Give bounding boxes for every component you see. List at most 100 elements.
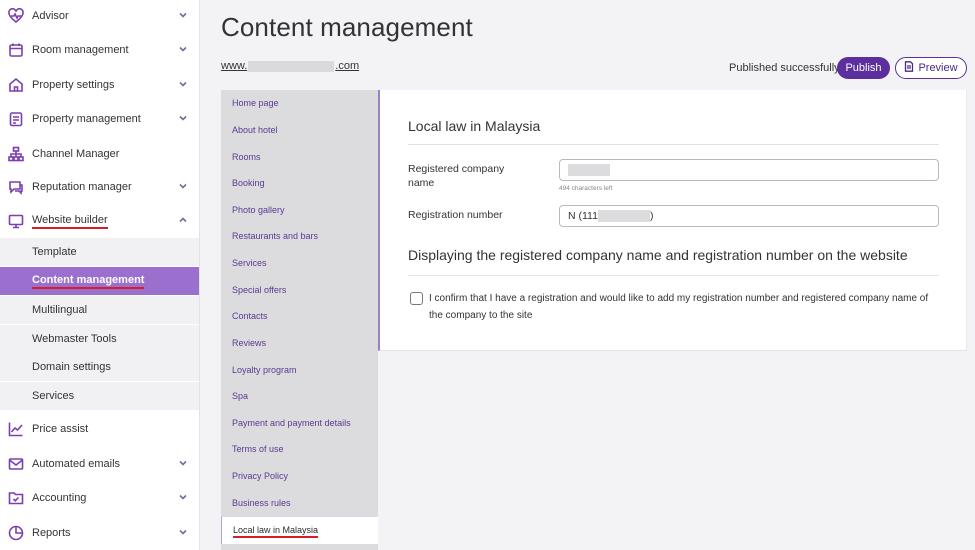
page-link-loyalty-program[interactable]: Loyalty program — [232, 365, 297, 375]
sidebar-subitem-label: Domain settings — [32, 361, 111, 373]
house-icon — [7, 76, 25, 94]
site-url-prefix: www. — [221, 60, 248, 72]
sidebar-subitem-label: Webmaster Tools — [32, 333, 117, 345]
registration-number-label: Registration number — [408, 209, 503, 221]
company-name-input[interactable] — [559, 159, 939, 181]
document-icon — [904, 61, 914, 75]
chevron-down-icon[interactable] — [178, 458, 190, 470]
folder-check-icon — [7, 489, 25, 507]
sidebar-subitem-label: Template — [32, 246, 77, 258]
publish-button[interactable]: Publish — [837, 57, 890, 79]
page-link-local-law-in-malaysia[interactable]: Local law in Malaysia — [221, 516, 378, 544]
page-link-photo-gallery[interactable]: Photo gallery — [232, 205, 285, 215]
chevron-down-icon[interactable] — [178, 113, 190, 125]
sidebar-subitem-label: Multilingual — [32, 304, 88, 316]
sidebar-item-property-settings[interactable]: Property settings — [0, 70, 199, 100]
confirm-checkbox-label[interactable]: I confirm that I have a registration and… — [429, 290, 944, 324]
page-link-rooms[interactable]: Rooms — [232, 152, 261, 162]
site-url-link[interactable]: www. .com — [221, 60, 359, 72]
chevron-up-icon[interactable] — [178, 215, 190, 227]
sidebar-subitem-services[interactable]: Services — [0, 382, 199, 410]
sidebar-item-label: Channel Manager — [32, 148, 120, 160]
sidebar-item-label: Property settings — [32, 79, 115, 91]
publish-status: Published successfully — [729, 62, 840, 74]
chevron-down-icon[interactable] — [178, 44, 190, 56]
site-url-suffix: .com — [335, 60, 360, 72]
form-heading: Local law in Malaysia — [408, 118, 541, 134]
trend-chart-icon — [7, 420, 25, 438]
registration-number-prefix: N (111 — [568, 210, 598, 222]
sidebar-subitem-domain-settings[interactable]: Domain settings — [0, 353, 199, 381]
heart-pulse-icon — [7, 7, 25, 25]
registration-number-suffix: ) — [649, 210, 654, 222]
page-link-label: Local law in Malaysia — [233, 525, 319, 538]
monitor-icon — [7, 212, 25, 230]
divider — [408, 275, 939, 276]
sidebar-item-channel-manager[interactable]: Channel Manager — [0, 139, 199, 169]
sidebar-item-automated-emails[interactable]: Automated emails — [0, 449, 199, 479]
calendar-icon — [7, 41, 25, 59]
sidebar-item-label: Advisor — [32, 10, 69, 22]
preview-button[interactable]: Preview — [895, 57, 967, 79]
chevron-down-icon[interactable] — [178, 79, 190, 91]
sidebar-item-accounting[interactable]: Accounting — [0, 483, 199, 513]
sidebar-subitem-multilingual[interactable]: Multilingual — [0, 296, 199, 324]
chevron-down-icon[interactable] — [178, 10, 190, 22]
preview-label: Preview — [918, 62, 958, 74]
page-title: Content management — [221, 12, 473, 42]
page-link-spa[interactable]: Spa — [232, 391, 248, 401]
page-link-payment-details[interactable]: Payment and payment details — [232, 418, 351, 428]
display-section-heading: Displaying the registered company name a… — [408, 247, 908, 263]
sidebar-subitem-label: Content management — [32, 274, 145, 289]
sidebar-item-website-builder[interactable]: Website builder — [0, 206, 199, 236]
chat-bubble-icon — [7, 178, 25, 196]
page-link-services[interactable]: Services — [232, 258, 267, 268]
chevron-down-icon[interactable] — [178, 181, 190, 193]
registration-number-input[interactable]: N (111) — [559, 205, 939, 227]
sidebar-item-label: Automated emails — [32, 458, 121, 470]
sidebar-subitem-content-management[interactable]: Content management — [0, 267, 199, 295]
confirm-checkbox[interactable] — [410, 292, 423, 305]
sidebar-item-label: Price assist — [32, 423, 89, 435]
redacted-company-name — [568, 164, 610, 176]
sidebar-item-label: Reputation manager — [32, 181, 132, 193]
content-pages-list: Home page About hotel Rooms Booking Phot… — [221, 90, 378, 550]
page-link-home-page[interactable]: Home page — [232, 98, 279, 108]
sidebar-item-label: Reports — [32, 527, 71, 539]
page-link-special-offers[interactable]: Special offers — [232, 285, 286, 295]
sidebar-item-room-management[interactable]: Room management — [0, 35, 199, 65]
clipboard-icon — [7, 110, 25, 128]
page-link-terms-of-use[interactable]: Terms of use — [232, 444, 284, 454]
page-link-privacy-policy[interactable]: Privacy Policy — [232, 471, 288, 481]
page-link-booking[interactable]: Booking — [232, 178, 265, 188]
chars-left-counter: 494 characters left — [559, 185, 613, 192]
chevron-down-icon[interactable] — [178, 527, 190, 539]
sidebar-item-label: Website builder — [32, 214, 108, 229]
pie-chart-icon — [7, 524, 25, 542]
divider — [408, 144, 939, 145]
chevron-down-icon[interactable] — [178, 492, 190, 504]
sidebar-item-label: Accounting — [32, 492, 87, 504]
page-link-business-rules[interactable]: Business rules — [232, 498, 291, 508]
redacted-registration-number — [597, 210, 650, 222]
local-law-form: Local law in Malaysia Registered company… — [378, 90, 967, 351]
sidebar-item-label: Room management — [32, 44, 129, 56]
page-link-reviews[interactable]: Reviews — [232, 338, 266, 348]
page-link-restaurants-and-bars[interactable]: Restaurants and bars — [232, 231, 318, 241]
sidebar-subitem-label: Services — [32, 390, 75, 402]
page-link-contacts[interactable]: Contacts — [232, 311, 268, 321]
sidebar-item-label: Property management — [32, 113, 141, 125]
sidebar-item-reputation-manager[interactable]: Reputation manager — [0, 172, 199, 202]
sitemap-icon — [7, 145, 25, 163]
sidebar: Advisor Room management Property setting… — [0, 0, 200, 550]
envelope-icon — [7, 455, 25, 473]
sidebar-subitem-webmaster-tools[interactable]: Webmaster Tools — [0, 325, 199, 353]
sidebar-item-property-management[interactable]: Property management — [0, 104, 199, 134]
page-link-about-hotel[interactable]: About hotel — [232, 125, 278, 135]
company-name-label: Registered company name — [408, 163, 505, 189]
sidebar-item-reports[interactable]: Reports — [0, 518, 199, 548]
sidebar-subitem-template[interactable]: Template — [0, 238, 199, 266]
redacted-domain — [248, 60, 335, 72]
sidebar-item-advisor[interactable]: Advisor — [0, 1, 199, 31]
sidebar-item-price-assist[interactable]: Price assist — [0, 414, 199, 444]
